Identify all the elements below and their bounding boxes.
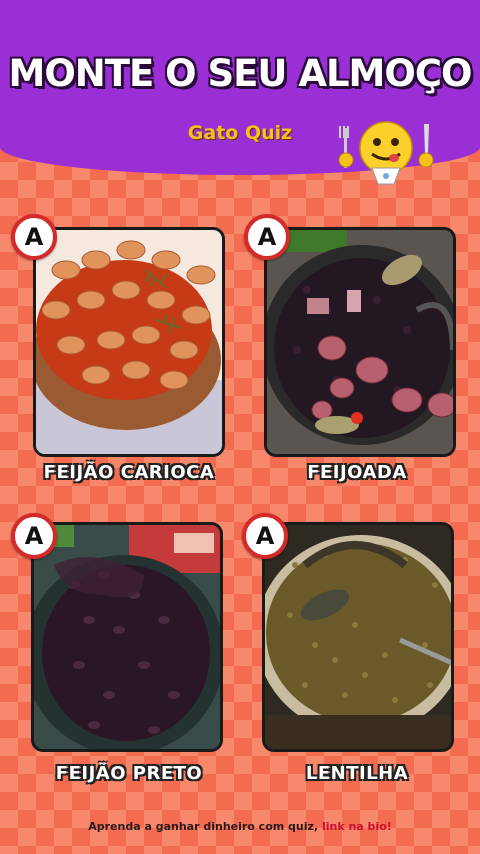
bio-link[interactable]: link na bio! bbox=[322, 820, 392, 833]
option-card-feijao-preto[interactable] bbox=[31, 522, 223, 752]
option-label-lentilha: LENTILHA bbox=[305, 763, 409, 784]
option-label-feijao-carioca: FEIJÃO CARIOCA bbox=[43, 462, 215, 483]
face-savoring-food-emoji-icon bbox=[338, 121, 434, 185]
option-label-feijoada: FEIJOADA bbox=[307, 462, 407, 483]
black-beans-bowl-photo bbox=[34, 525, 220, 749]
option-card-feijao-carioca[interactable] bbox=[33, 227, 225, 457]
option-label-feijao-preto: FEIJÃO PRETO bbox=[55, 763, 203, 784]
option-badge: A bbox=[244, 214, 290, 260]
brand-name: Gato Quiz bbox=[187, 122, 293, 144]
lentils-pot-photo bbox=[265, 525, 451, 749]
option-badge: A bbox=[11, 513, 57, 559]
footer-text: Aprenda a ganhar dinheiro com quiz, bbox=[88, 820, 322, 833]
option-badge: A bbox=[242, 513, 288, 559]
option-card-feijoada[interactable] bbox=[264, 227, 456, 457]
feijoada-pot-photo bbox=[267, 230, 453, 454]
page-title: MONTE O SEU ALMOÇO bbox=[8, 52, 473, 95]
option-card-lentilha[interactable] bbox=[262, 522, 454, 752]
option-badge: A bbox=[11, 214, 57, 260]
footer-cta: Aprenda a ganhar dinheiro com quiz, link… bbox=[0, 820, 480, 833]
carioca-beans-photo bbox=[36, 230, 222, 454]
